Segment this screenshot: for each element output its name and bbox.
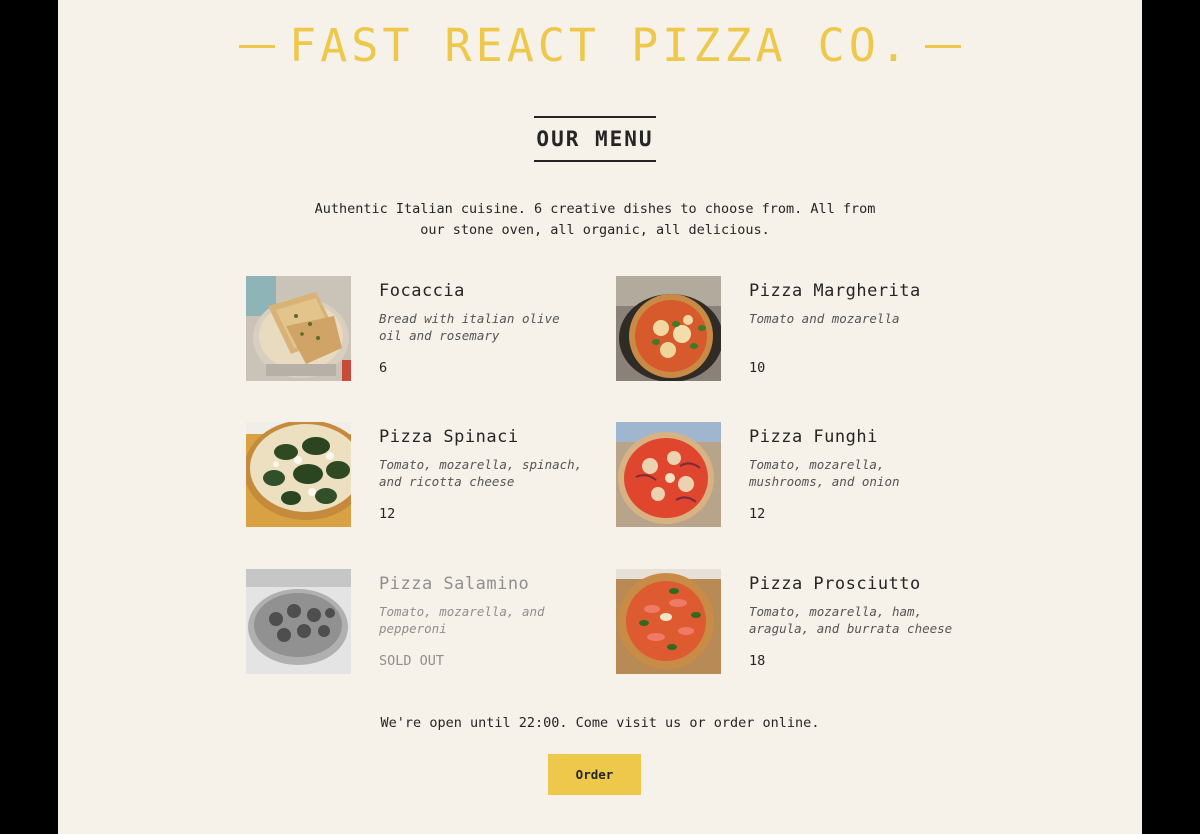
sold-out-label: SOLD OUT bbox=[379, 653, 445, 669]
page: FAST REACT PIZZA CO. OUR MENU Authentic … bbox=[58, 0, 1142, 834]
pizza-name: Pizza Salamino bbox=[379, 574, 530, 594]
header: FAST REACT PIZZA CO. bbox=[58, 22, 1142, 70]
pizza-item-prosciutto: Pizza Prosciutto Tomato, mozarella, ham,… bbox=[616, 569, 956, 674]
pizza-price: 6 bbox=[379, 360, 388, 376]
pizza-spinaci-photo bbox=[246, 422, 351, 527]
pizza-name: Pizza Spinaci bbox=[379, 427, 519, 447]
app-title: FAST REACT PIZZA CO. bbox=[289, 19, 911, 72]
pizza-ingredients: Tomato, mozarella, mushrooms, and onion bbox=[749, 457, 900, 489]
pizza-name: Focaccia bbox=[379, 281, 465, 301]
pizza-margherita-photo bbox=[616, 276, 721, 381]
pizza-ingredients: Tomato, mozarella, ham, aragula, and bur… bbox=[749, 604, 953, 636]
pizza-price: 10 bbox=[749, 360, 766, 376]
menu-heading: OUR MENU bbox=[534, 116, 656, 162]
pizza-funghi-photo bbox=[616, 422, 721, 527]
pizza-name: Pizza Prosciutto bbox=[749, 574, 921, 594]
order-button[interactable]: Order bbox=[548, 754, 641, 795]
pizza-item-margherita: Pizza Margherita Tomato and mozarella 10 bbox=[616, 276, 956, 381]
pizza-price: 18 bbox=[749, 653, 766, 669]
pizza-item-spinaci: Pizza Spinaci Tomato, mozarella, spinach… bbox=[246, 422, 586, 527]
pizza-ingredients: Tomato, mozarella, and pepperoni bbox=[379, 604, 545, 636]
pizza-price: 12 bbox=[749, 506, 766, 522]
pizza-prosciutto-photo bbox=[616, 569, 721, 674]
pizza-item-funghi: Pizza Funghi Tomato, mozarella, mushroom… bbox=[616, 422, 956, 527]
pizza-ingredients: Tomato, mozarella, spinach, and ricotta … bbox=[379, 457, 583, 489]
pizza-item-salamino: Pizza Salamino Tomato, mozarella, and pe… bbox=[246, 569, 586, 674]
pizza-name: Pizza Funghi bbox=[749, 427, 878, 447]
pizza-name: Pizza Margherita bbox=[749, 281, 921, 301]
header-dash-left bbox=[239, 44, 276, 48]
opening-hours-text: We're open until 22:00. Come visit us or… bbox=[380, 715, 820, 731]
header-dash-right bbox=[924, 44, 961, 48]
pizza-ingredients: Bread with italian olive oil and rosemar… bbox=[379, 311, 560, 343]
menu-intro: Authentic Italian cuisine. 6 creative di… bbox=[314, 201, 876, 238]
focaccia-photo bbox=[246, 276, 351, 381]
pizza-price: 12 bbox=[379, 506, 396, 522]
pizza-item-focaccia: Focaccia Bread with italian olive oil an… bbox=[246, 276, 586, 381]
pizza-ingredients: Tomato and mozarella bbox=[749, 311, 900, 326]
pizza-salamino-photo bbox=[246, 569, 351, 674]
